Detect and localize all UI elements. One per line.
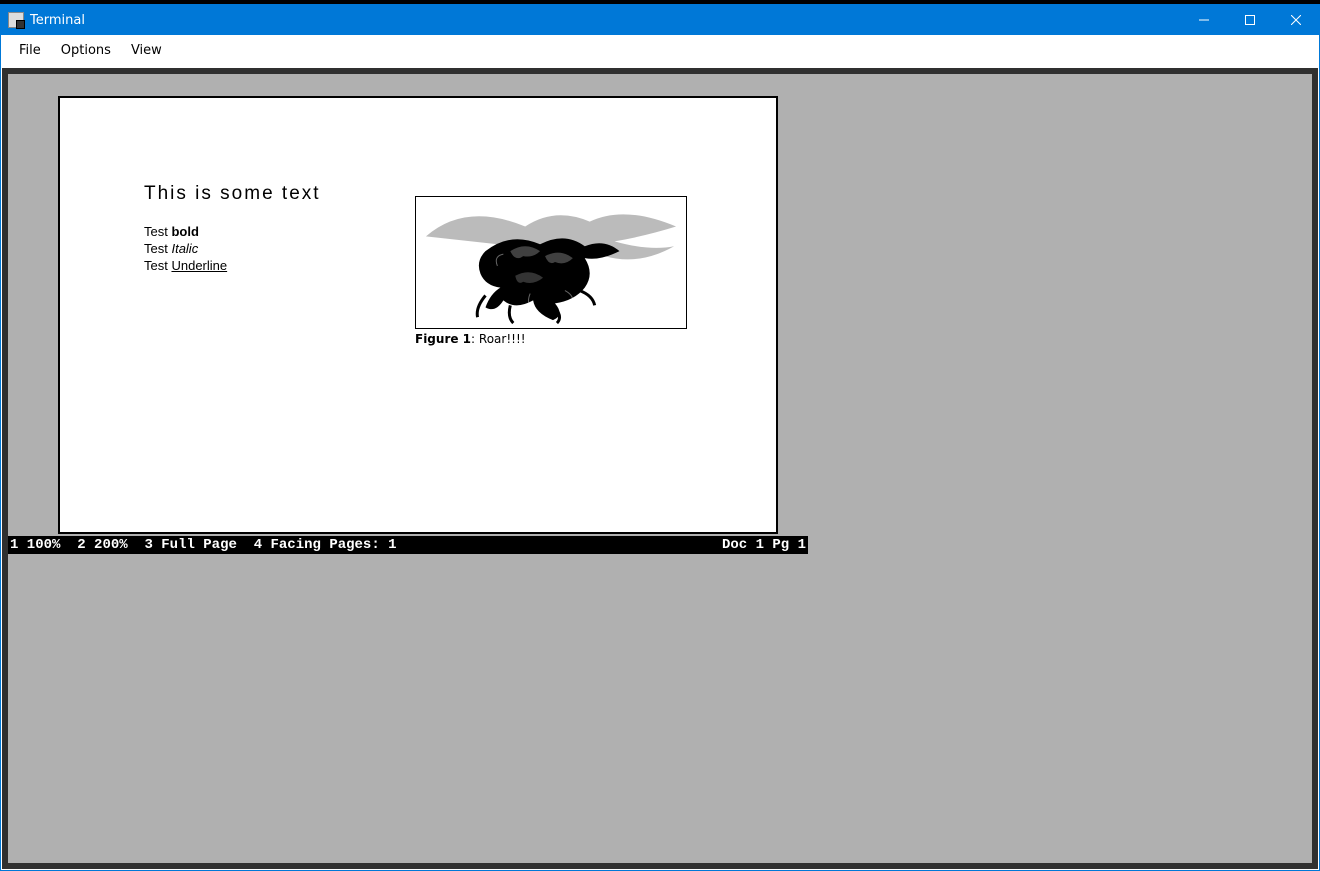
minimize-button[interactable] (1181, 5, 1227, 35)
app-window: Terminal File Options View This is some … (0, 4, 1320, 871)
dos-statusbar: 1 100% 2 200% 3 Full Page 4 Facing Pages… (8, 536, 808, 554)
status-facing-pages[interactable]: 4 Facing Pages: 1 (254, 537, 397, 553)
status-doc-page: Doc 1 Pg 1 (722, 537, 806, 553)
menu-file[interactable]: File (9, 37, 51, 64)
menu-view[interactable]: View (121, 37, 172, 64)
window-controls (1181, 5, 1319, 35)
status-left: 1 100% 2 200% 3 Full Page 4 Facing Pages… (10, 537, 722, 553)
menu-options[interactable]: Options (51, 37, 121, 64)
window-title: Terminal (30, 13, 85, 28)
close-button[interactable] (1273, 5, 1319, 35)
app-icon (8, 12, 24, 28)
status-full-page[interactable]: 3 Full Page (144, 537, 236, 553)
status-zoom-100[interactable]: 1 100% (10, 537, 60, 553)
maximize-button[interactable] (1227, 5, 1273, 35)
status-zoom-200[interactable]: 2 200% (77, 537, 127, 553)
titlebar[interactable]: Terminal (1, 5, 1319, 35)
menubar: File Options View (1, 35, 1319, 65)
document-page: This is some text Test bold Test Italic … (58, 96, 778, 534)
terminal-content: This is some text Test bold Test Italic … (2, 68, 1318, 869)
figure-caption: Figure 1: Roar!!!! (415, 332, 526, 346)
figure-image (415, 196, 687, 329)
